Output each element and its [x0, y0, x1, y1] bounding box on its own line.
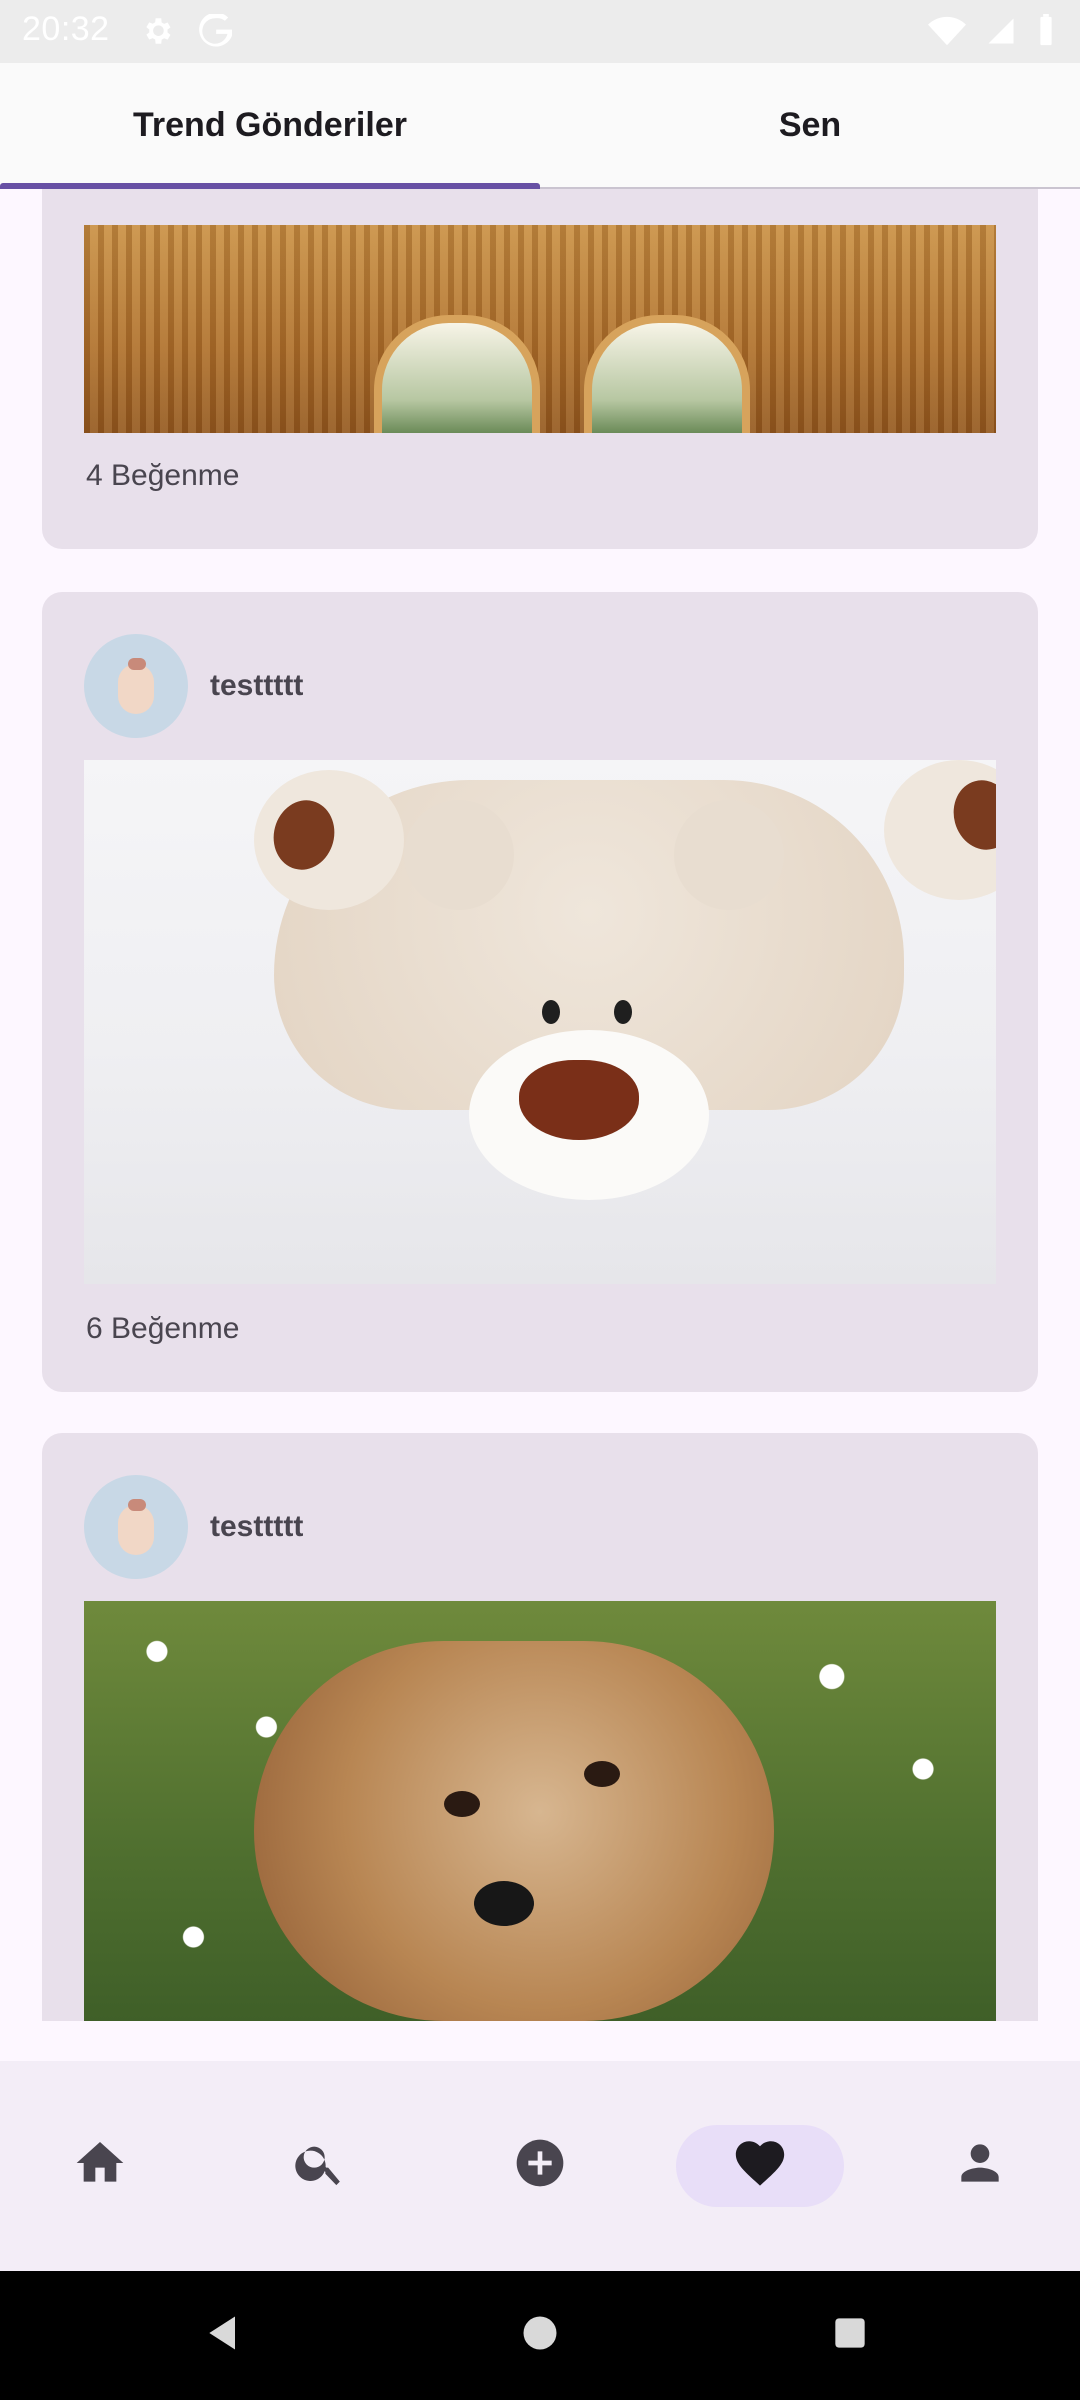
recents-icon — [828, 2311, 872, 2360]
add-icon — [512, 2135, 568, 2196]
battery-icon — [1036, 14, 1056, 53]
nav-favorites[interactable] — [700, 2125, 820, 2205]
dog-eye — [444, 1791, 480, 1817]
teddy-nose — [519, 1060, 639, 1140]
nav-search[interactable] — [260, 2125, 380, 2205]
nav-home[interactable] — [40, 2125, 160, 2205]
post-image[interactable] — [84, 225, 996, 433]
post-card: 4 Beğenme — [42, 189, 1038, 549]
avatar-bow — [128, 658, 146, 670]
recents-button[interactable] — [826, 2311, 874, 2359]
avatar[interactable] — [84, 634, 188, 738]
username[interactable]: testtttt — [210, 669, 303, 703]
post-card: testtttt — [42, 1433, 1038, 2021]
home-button[interactable] — [516, 2311, 564, 2359]
settings-icon — [140, 14, 174, 53]
teddy-ear — [404, 800, 514, 910]
status-time: 20:32 — [22, 10, 110, 48]
status-right-icons — [928, 14, 1056, 53]
avatar-bow — [128, 1499, 146, 1511]
back-icon — [202, 2311, 246, 2360]
teddy-ear — [674, 800, 784, 910]
bottom-navigation — [0, 2061, 1080, 2271]
teddy-eye — [542, 1000, 560, 1024]
status-left-icons — [140, 12, 234, 53]
like-count: 4 Beğenme — [86, 459, 240, 492]
tab-trending-posts[interactable]: Trend Gönderiler — [0, 63, 540, 187]
teddy-eye — [614, 1000, 632, 1024]
home-icon — [72, 2135, 128, 2196]
profile-icon — [952, 2135, 1008, 2196]
arch-decoration — [584, 315, 750, 433]
post-card: testtttt 6 Beğenme — [42, 592, 1038, 1392]
search-icon — [292, 2135, 348, 2196]
signal-icon — [984, 16, 1018, 51]
post-image[interactable] — [84, 760, 996, 1284]
tab-bar: Trend Gönderiler Sen — [0, 63, 1080, 189]
dog-eye — [584, 1761, 620, 1787]
google-icon — [198, 12, 234, 53]
avatar-figure — [118, 1505, 154, 1555]
arch-decoration — [374, 315, 540, 433]
tab-trending-posts-label: Trend Gönderiler — [133, 105, 407, 144]
username[interactable]: testtttt — [210, 1510, 303, 1544]
like-count: 6 Beğenme — [86, 1312, 240, 1345]
system-navigation — [0, 2271, 1080, 2400]
avatar[interactable] — [84, 1475, 188, 1579]
wifi-icon — [928, 16, 966, 51]
nav-profile[interactable] — [920, 2125, 1040, 2205]
back-button[interactable] — [200, 2311, 248, 2359]
avatar-figure — [118, 664, 154, 714]
post-feed[interactable]: 4 Beğenme testtttt 6 Beğenme testtttt — [0, 189, 1080, 2021]
dog-head — [254, 1641, 774, 2021]
nav-add[interactable] — [480, 2125, 600, 2205]
status-bar: 20:32 — [0, 0, 1080, 63]
tab-you[interactable]: Sen — [540, 63, 1080, 187]
post-image[interactable] — [84, 1601, 996, 2021]
home-circle-icon — [518, 2311, 562, 2360]
favorites-icon — [731, 2134, 789, 2197]
tab-you-label: Sen — [778, 105, 842, 144]
dog-nose — [474, 1881, 534, 1926]
